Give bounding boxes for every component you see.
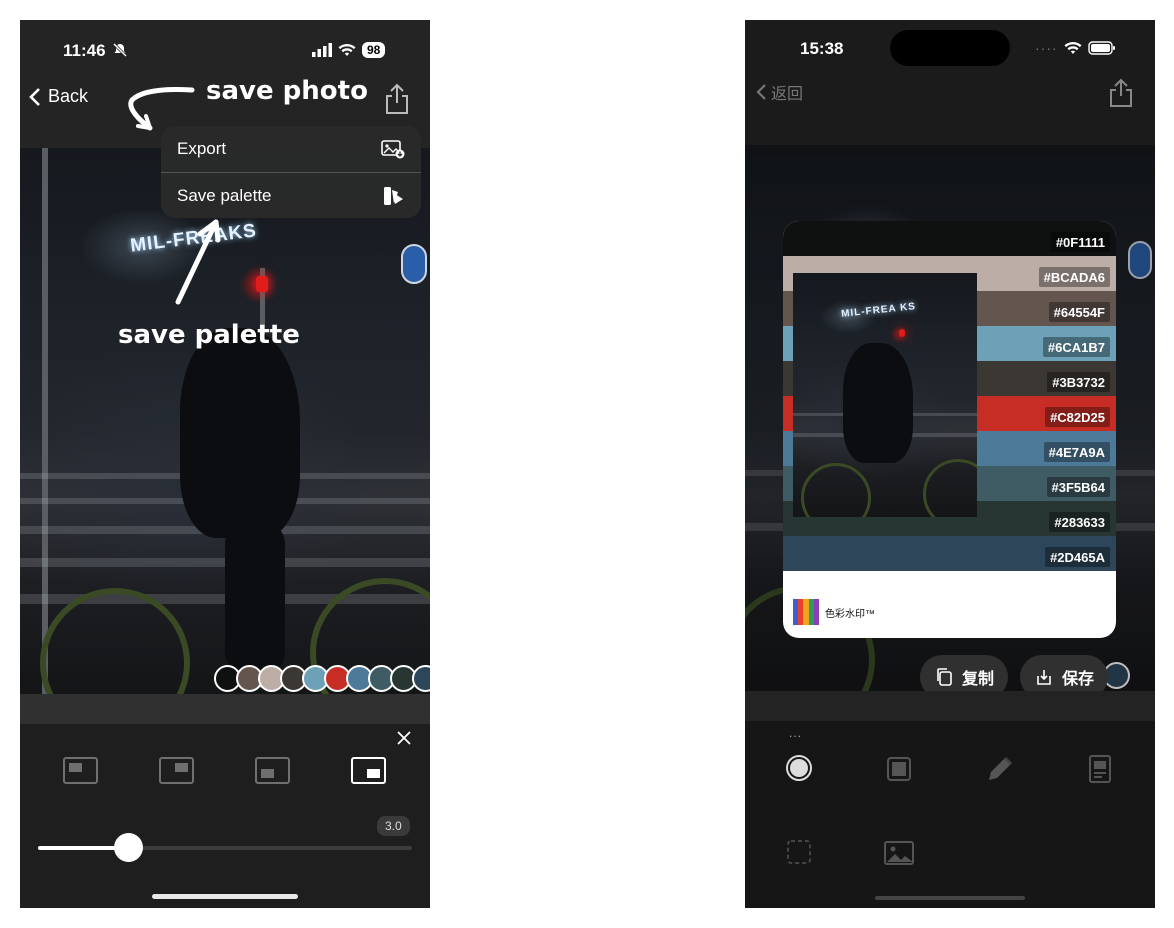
- status-time: 11:46: [63, 41, 106, 60]
- palette-card: #0F1111 #BCADA6 #64554F #6CA1B7 #3B3732 #C82D…: [783, 221, 1116, 638]
- share-icon[interactable]: [384, 83, 410, 115]
- share-menu: Export Save palette: [161, 126, 421, 218]
- status-icons: 98: [312, 42, 386, 58]
- hex-code-label: #0F1111: [1050, 232, 1110, 252]
- image-export-icon: [381, 140, 405, 159]
- size-slider[interactable]: [38, 833, 412, 862]
- back-label: 返回: [771, 86, 804, 103]
- palette-icon: [384, 186, 403, 205]
- more-indicator: ...: [789, 726, 803, 740]
- annotation-arrow-up: [128, 87, 195, 131]
- street-pole: [42, 148, 48, 694]
- panel-separator: [20, 694, 430, 724]
- slider-thumb[interactable]: [114, 833, 143, 862]
- brand-watermark: 色彩水印™: [793, 599, 875, 625]
- hex-code-label: #C82D25: [1045, 407, 1110, 427]
- save-download-icon: [1037, 670, 1051, 685]
- annotation-arrow-down: [175, 219, 221, 305]
- editor-panel: [20, 724, 430, 908]
- cyclist-silhouette: [180, 328, 300, 538]
- home-indicator: [875, 896, 1025, 900]
- template-tool-icon[interactable]: [1088, 754, 1112, 784]
- right-phone-screen: 15:38 ···· 返回 #0F1111 #BCADA6 #64554F #6CA1…: [745, 20, 1155, 908]
- frame-tool-icon[interactable]: [886, 756, 912, 782]
- wifi-icon: [1064, 41, 1082, 54]
- brand-logo-icon: [793, 599, 820, 625]
- palette-color-dot[interactable]: [412, 665, 430, 692]
- palette-dots: [214, 665, 430, 692]
- color-band: #0F1111: [783, 221, 1116, 256]
- close-icon[interactable]: [396, 730, 412, 746]
- battery-indicator: 98: [362, 42, 386, 58]
- layout-top-right-button[interactable]: [159, 757, 194, 784]
- crop-select-icon[interactable]: [786, 839, 812, 865]
- left-phone-screen: 11:46 98 Back MIL-FREAKS Export Save pal…: [20, 20, 430, 908]
- signal-dots-icon: ····: [1035, 40, 1058, 56]
- wifi-icon: [338, 43, 356, 56]
- dynamic-island: [890, 30, 1010, 66]
- hex-code-label: #2D465A: [1045, 547, 1110, 567]
- pedestrian-sign: [401, 244, 427, 284]
- home-indicator: [152, 894, 298, 899]
- image-tool-icon[interactable]: [883, 840, 915, 866]
- hex-code-label: #6CA1B7: [1042, 337, 1110, 357]
- hex-code-label: #3B3732: [1047, 372, 1110, 392]
- panel-separator: [745, 691, 1155, 721]
- hex-code-label: #283633: [1049, 512, 1110, 532]
- status-time: 15:38: [800, 39, 844, 58]
- hex-code-label: #4E7A9A: [1043, 442, 1110, 462]
- slider-value-badge: 3.0: [377, 816, 410, 836]
- silent-bell-icon: [112, 42, 128, 58]
- brush-tool-icon[interactable]: [985, 754, 1015, 784]
- brand-name: 色彩水印™: [825, 608, 875, 620]
- card-photo-thumbnail: MIL-FREA KS: [793, 273, 977, 517]
- red-traffic-light: [256, 276, 268, 292]
- battery-icon: [1087, 41, 1115, 55]
- menu-item-label: Export: [177, 139, 227, 158]
- copy-label: 复制: [961, 671, 994, 688]
- copy-icon: [937, 668, 952, 686]
- thumb-neon-sign: MIL-FREA KS: [840, 301, 917, 320]
- menu-item-label: Save palette: [177, 185, 272, 205]
- annotation-save-palette: save palette: [118, 320, 300, 350]
- chevron-left-icon: [29, 87, 40, 106]
- color-dot-tool-icon[interactable]: [785, 754, 813, 782]
- hex-code-label: #BCADA6: [1038, 267, 1110, 287]
- share-icon[interactable]: [1109, 78, 1133, 108]
- back-button[interactable]: 返回: [755, 80, 803, 104]
- layout-bottom-left-button[interactable]: [255, 757, 290, 784]
- save-label: 保存: [1061, 671, 1094, 688]
- annotation-save-photo: save photo: [206, 76, 368, 106]
- back-label: Back: [48, 86, 89, 106]
- layout-bottom-right-button[interactable]: [351, 757, 386, 784]
- layout-top-left-button[interactable]: [63, 757, 98, 784]
- status-icons: ····: [1035, 40, 1116, 56]
- color-band: #2D465A: [783, 536, 1116, 571]
- cellular-signal-icon: [312, 43, 332, 57]
- editor-toolbar: [745, 721, 1155, 908]
- hex-code-label: #64554F: [1048, 302, 1110, 322]
- hex-code-label: #3F5B64: [1046, 477, 1110, 497]
- back-button[interactable]: Back: [28, 86, 88, 107]
- chevron-left-icon: [756, 84, 766, 100]
